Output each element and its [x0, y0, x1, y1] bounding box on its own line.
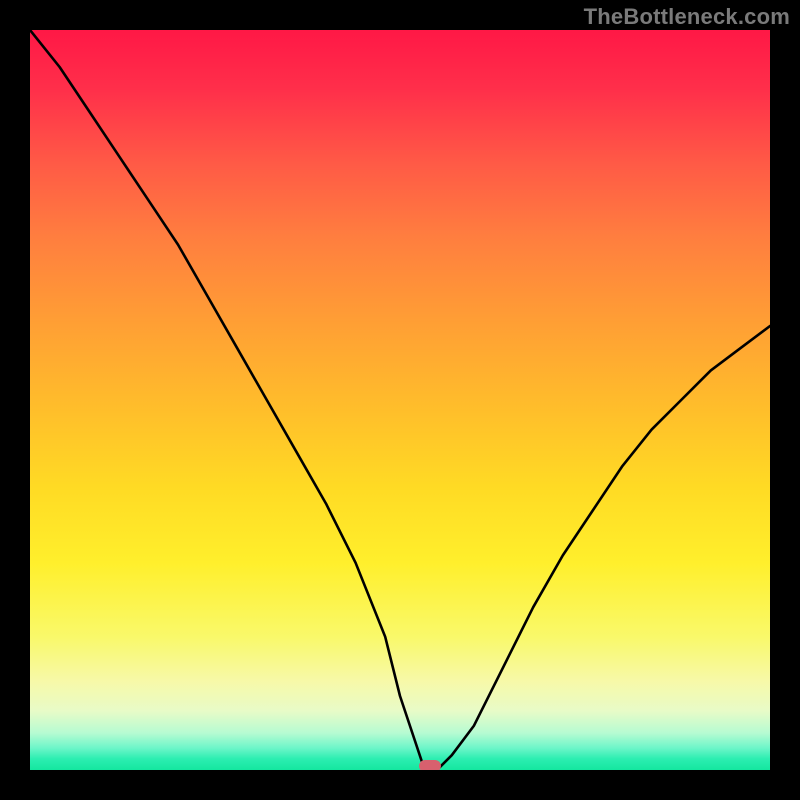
watermark-text: TheBottleneck.com [584, 4, 790, 30]
plot-area [30, 30, 770, 770]
chart-frame: TheBottleneck.com [0, 0, 800, 800]
bottleneck-curve [30, 30, 770, 770]
optimal-point-marker [419, 760, 441, 770]
